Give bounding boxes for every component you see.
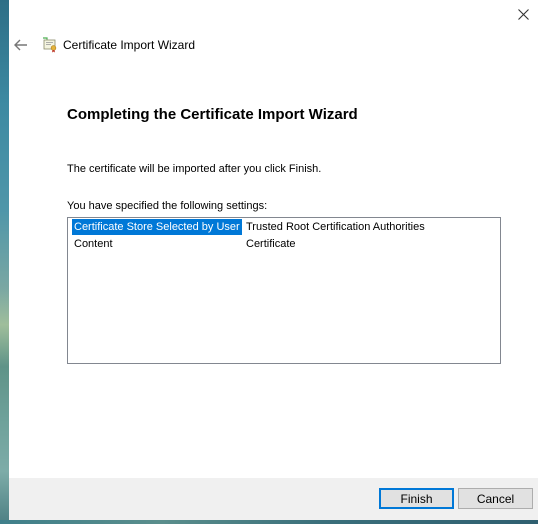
settings-row-value: Trusted Root Certification Authorities bbox=[246, 221, 425, 233]
finish-button[interactable]: Finish bbox=[379, 488, 454, 509]
settings-list[interactable]: Certificate Store Selected by User Trust… bbox=[67, 217, 501, 364]
settings-row-key: Certificate Store Selected by User bbox=[72, 219, 242, 235]
wizard-window: Certificate Import Wizard Completing the… bbox=[9, 0, 538, 520]
intro-text: The certificate will be imported after y… bbox=[67, 163, 322, 175]
settings-row-value: Certificate bbox=[246, 238, 296, 250]
settings-label: You have specified the following setting… bbox=[67, 200, 268, 212]
certificate-icon bbox=[42, 37, 58, 53]
settings-row[interactable]: Certificate Store Selected by User Trust… bbox=[68, 219, 500, 235]
close-icon bbox=[517, 8, 529, 20]
page-heading: Completing the Certificate Import Wizard bbox=[67, 106, 358, 123]
footer-bar: Finish Cancel bbox=[9, 478, 538, 520]
wizard-title: Certificate Import Wizard bbox=[63, 38, 196, 52]
back-button[interactable] bbox=[12, 36, 30, 54]
close-button[interactable] bbox=[508, 0, 538, 28]
settings-row-key: Content bbox=[74, 238, 113, 250]
settings-row[interactable]: Content Certificate bbox=[68, 236, 500, 252]
desktop-background-bottom bbox=[0, 520, 538, 524]
cancel-button[interactable]: Cancel bbox=[458, 488, 533, 509]
desktop-background bbox=[0, 0, 9, 524]
back-arrow-icon bbox=[14, 39, 27, 51]
